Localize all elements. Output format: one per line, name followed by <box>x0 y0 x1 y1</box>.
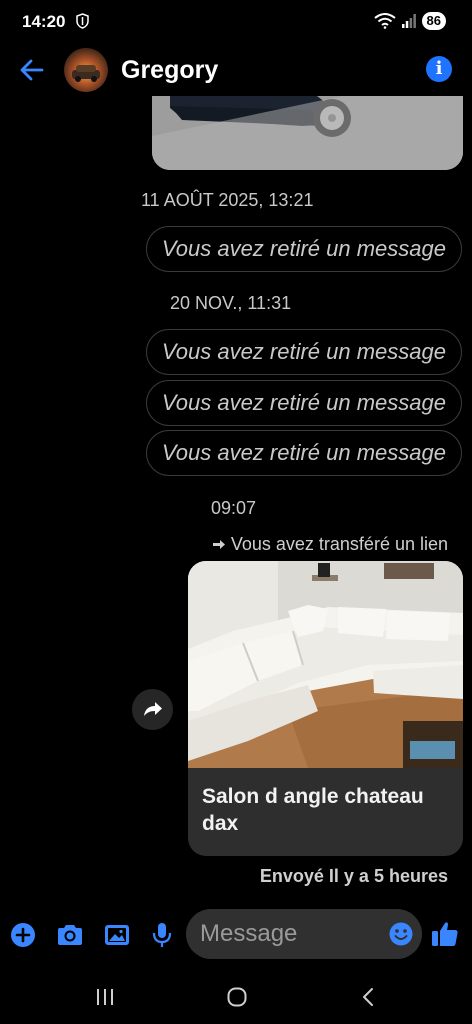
thumbs-up-icon[interactable] <box>430 919 460 949</box>
forwarded-label: Vous avez transféré un lien <box>212 534 448 555</box>
message-composer <box>0 900 472 970</box>
link-preview-image <box>188 561 463 768</box>
home-icon[interactable] <box>226 986 248 1008</box>
unsent-message[interactable]: Vous avez retiré un message <box>145 329 462 375</box>
timestamp: 20 NOV., 11:31 <box>170 293 292 313</box>
share-arrow-icon <box>144 702 162 716</box>
avatar-image <box>72 65 100 82</box>
recent-apps-icon[interactable] <box>94 986 116 1008</box>
forwarded-label-text: Vous avez transféré un lien <box>230 534 448 554</box>
timestamp: 11 AOÛT 2025, 13:21 <box>141 190 314 210</box>
wifi-icon <box>373 13 396 29</box>
status-indicators: 86 <box>373 12 446 30</box>
car-photo <box>152 96 463 170</box>
sent-status: Envoyé Il y a 5 heures <box>259 866 448 886</box>
unsent-message[interactable]: Vous avez retiré un message <box>145 226 462 272</box>
forward-arrow-icon <box>212 539 225 549</box>
battery-indicator: 86 <box>421 12 446 30</box>
sofa-photo <box>188 561 463 768</box>
previous-image-message[interactable] <box>152 96 463 170</box>
camera-icon[interactable] <box>56 922 84 948</box>
microphone-icon[interactable] <box>148 922 176 948</box>
back-arrow-icon[interactable] <box>18 56 46 84</box>
message-input[interactable] <box>186 909 422 959</box>
emoji-icon[interactable] <box>389 922 413 946</box>
unsent-message[interactable]: Vous avez retiré un message <box>145 430 462 476</box>
signal-icon <box>401 14 416 28</box>
image-icon[interactable] <box>103 922 131 948</box>
timestamp: 09:07 <box>211 498 257 518</box>
status-time: 14:20 <box>22 12 66 31</box>
info-icon[interactable]: i <box>426 56 452 82</box>
contact-name[interactable]: Gregory <box>121 56 218 85</box>
plus-circle-icon[interactable] <box>10 922 38 948</box>
message-thread[interactable]: 11 AOÛT 2025, 13:21 Vous avez retiré un … <box>0 96 472 900</box>
share-button[interactable] <box>132 689 173 730</box>
link-preview-title: Salon d angle chateau dax <box>202 785 424 835</box>
shield-icon <box>76 13 89 29</box>
conversation-header: Gregory i <box>0 44 472 96</box>
system-navigation-bar <box>0 970 472 1024</box>
back-icon[interactable] <box>358 986 380 1008</box>
status-bar: 14:20 86 <box>0 0 472 44</box>
unsent-message[interactable]: Vous avez retiré un message <box>145 380 462 426</box>
avatar[interactable] <box>64 48 108 92</box>
link-preview-card[interactable]: Salon d angle chateau dax <box>188 561 463 856</box>
